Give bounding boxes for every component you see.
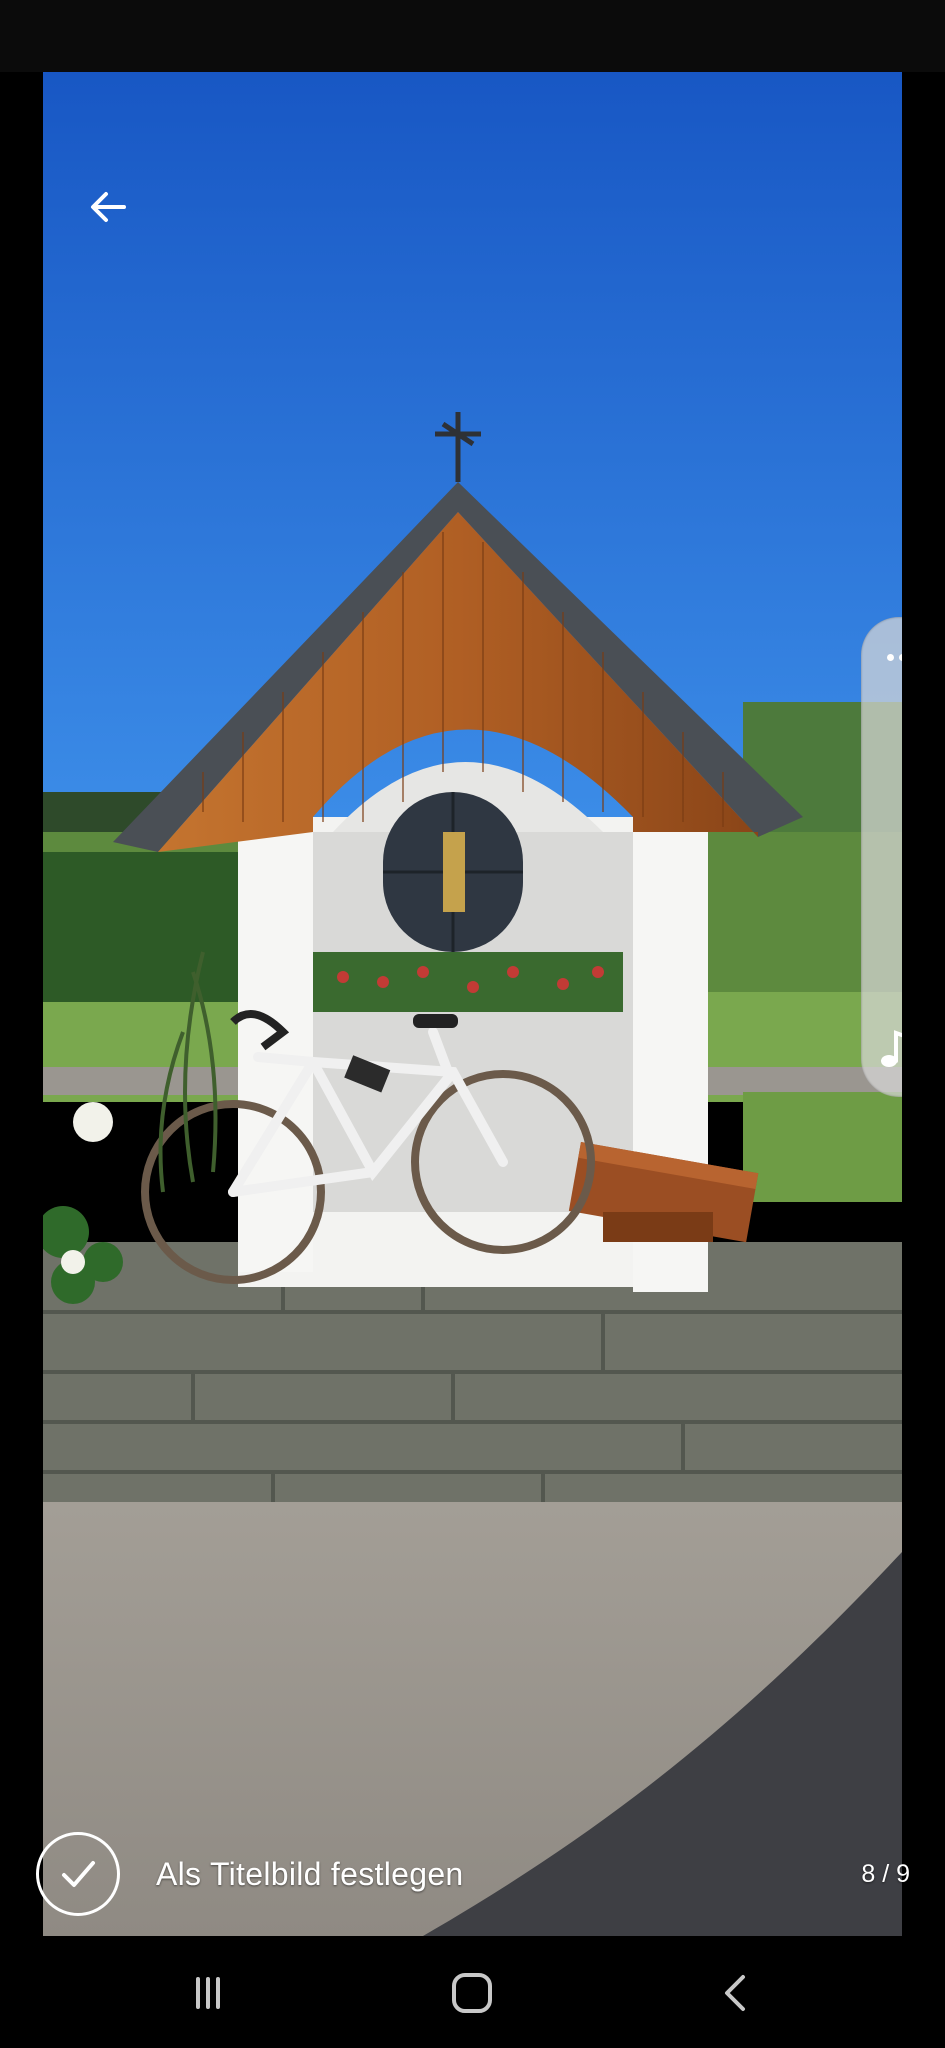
bottom-action-bar: Als Titelbild festlegen 8 / 9: [0, 1820, 945, 1930]
chevron-left-icon: [725, 1975, 745, 2011]
arrow-left-icon: [91, 192, 126, 222]
more-horizontal-icon: [898, 653, 902, 661]
system-navigation-bar: [0, 1936, 945, 2048]
sound-button[interactable]: [875, 1025, 902, 1075]
status-bar: [0, 0, 945, 72]
home-button[interactable]: [437, 1958, 507, 2028]
set-cover-check-button[interactable]: [36, 1832, 120, 1916]
nav-back-button[interactable]: [702, 1958, 772, 2028]
photo: [43, 72, 902, 1936]
set-cover-label[interactable]: Als Titelbild festlegen: [156, 1856, 464, 1893]
recents-icon: [196, 1977, 220, 2009]
home-icon: [452, 1973, 492, 2013]
back-button[interactable]: [85, 184, 131, 230]
music-note-sound-icon: [881, 1030, 902, 1067]
page-counter: 8 / 9: [861, 1860, 910, 1888]
more-options-button[interactable]: [877, 645, 902, 669]
recents-button[interactable]: [173, 1958, 243, 2028]
side-panel[interactable]: [861, 617, 902, 1097]
photo-viewer[interactable]: [43, 72, 902, 1936]
more-horizontal-icon: [886, 653, 894, 661]
checkmark-icon: [62, 1861, 95, 1887]
